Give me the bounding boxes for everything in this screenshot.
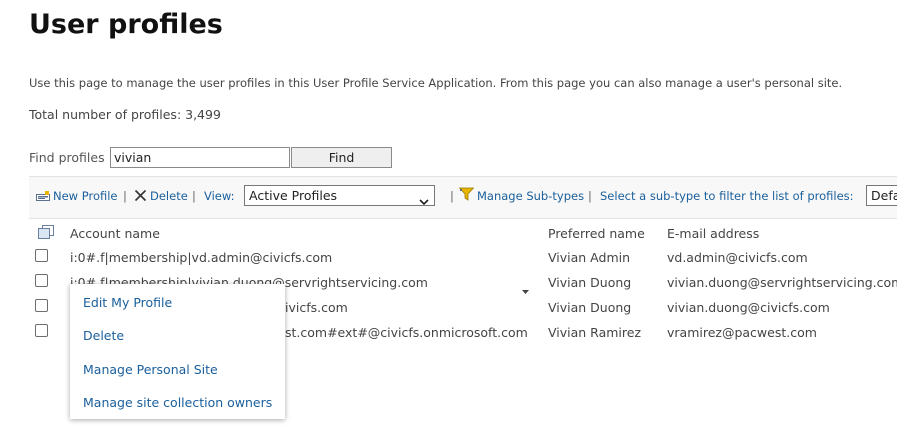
manage-subtypes-link[interactable]: Manage Sub-types [477,189,584,203]
preferred-name-cell: Vivian Duong [548,300,632,315]
account-name-cell[interactable]: st.com#ext#@civicfs.onmicrosoft.com [285,325,528,340]
find-profiles-label: Find profiles [29,150,105,165]
find-profiles-input[interactable] [110,147,290,168]
page-description: Use this page to manage the user profile… [29,76,843,90]
preferred-name-cell: Vivian Duong [548,275,632,290]
row-checkbox[interactable] [35,299,48,312]
row-checkbox[interactable] [35,274,48,287]
row-checkbox[interactable] [35,324,48,337]
preferred-name-cell: Vivian Admin [548,250,631,265]
menu-item-manage-site-collection-owners[interactable]: Manage site collection owners [83,395,272,410]
subtype-prompt: Select a sub-type to filter the list of … [600,189,854,203]
account-name-cell[interactable]: ivicfs.com [285,300,348,315]
view-label: View: [204,189,235,203]
menu-item-edit-my-profile[interactable]: Edit My Profile [83,295,172,310]
find-button[interactable]: Find [291,147,392,168]
delete-link[interactable]: Delete [150,189,188,203]
select-all-icon[interactable] [38,225,54,244]
column-header-email[interactable]: E-mail address [667,226,759,241]
chevron-down-icon [419,192,429,211]
email-cell: vivian.duong@civicfs.com [667,300,830,315]
profile-context-menu: Edit My Profile Delete Manage Personal S… [70,284,285,419]
toolbar-separator: | [123,189,127,203]
toolbar-separator: | [450,189,454,203]
toolbar: New Profile | Delete | View: Active Prof… [29,176,897,219]
toolbar-separator: | [588,189,592,203]
email-cell: vivian.duong@servrightservicing.com [667,275,897,290]
email-cell: vramirez@pacwest.com [667,325,817,340]
email-cell: vd.admin@civicfs.com [667,250,808,265]
total-profiles: Total number of profiles: 3,499 [29,107,221,122]
manage-subtypes-icon[interactable] [458,186,475,205]
row-checkbox[interactable] [35,249,48,262]
new-profile-icon[interactable] [36,188,50,207]
preferred-name-cell: Vivian Ramirez [548,325,642,340]
view-select[interactable]: Active Profiles [244,185,435,206]
column-header-preferred-name[interactable]: Preferred name [548,226,645,241]
menu-item-delete[interactable]: Delete [83,328,124,343]
subtype-select-value: Default [871,188,897,203]
menu-item-manage-personal-site[interactable]: Manage Personal Site [83,362,218,377]
column-header-account-name[interactable]: Account name [70,226,160,241]
delete-x-icon[interactable] [134,187,147,206]
view-select-value: Active Profiles [249,188,338,203]
toolbar-separator: | [192,189,196,203]
page-title: User profiles [29,9,223,40]
row-menu-arrow-icon[interactable] [522,280,529,299]
new-profile-link[interactable]: New Profile [53,189,118,203]
account-name-cell[interactable]: i:0#.f|membership|vd.admin@civicfs.com [70,250,332,265]
subtype-select[interactable]: Default [866,185,897,206]
